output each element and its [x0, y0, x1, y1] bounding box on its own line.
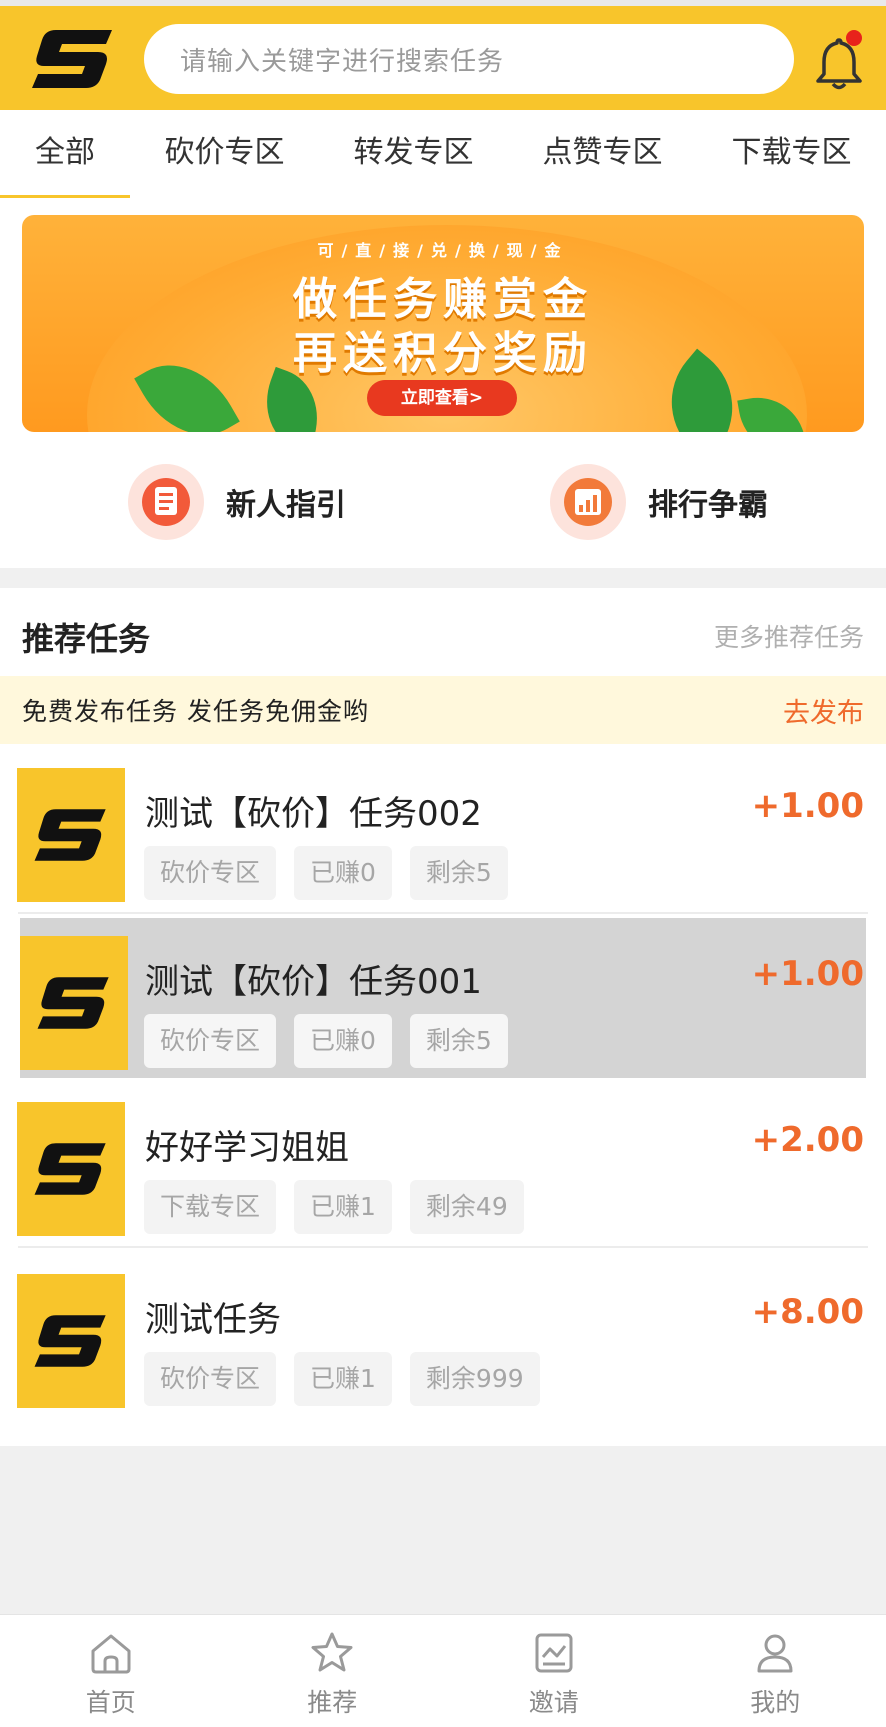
tab-share[interactable]: 转发专区: [319, 110, 508, 198]
header: 请输入关键字进行搜索任务: [0, 6, 886, 110]
app-logo[interactable]: [28, 24, 118, 94]
newbie-guide-label: 新人指引: [226, 488, 346, 523]
publish-link[interactable]: 去发布: [783, 691, 864, 730]
task-thumbnail: [17, 1274, 125, 1408]
task-thumbnail: [17, 1102, 125, 1236]
task-remaining-tag: 剩余5: [409, 846, 508, 900]
nav-invite-label: 邀请: [528, 1688, 579, 1717]
task-row[interactable]: 测试【砍价】任务001 +1.00 砍价专区 已赚0 剩余5: [20, 918, 866, 1078]
search-input[interactable]: 请输入关键字进行搜索任务: [144, 24, 794, 94]
task-category-tag: 下载专区: [144, 1180, 277, 1234]
task-earned-tag: 已赚1: [294, 1352, 392, 1406]
nav-mine[interactable]: 我的: [665, 1615, 886, 1727]
task-title: 测试【砍价】任务002: [145, 794, 482, 834]
row-divider: [18, 912, 868, 914]
tab-bargain[interactable]: 砍价专区: [130, 110, 319, 198]
task-tags: 砍价专区 已赚1 剩余999: [144, 1352, 540, 1406]
banner-view-button[interactable]: 立即查看>: [367, 380, 517, 416]
star-icon: [311, 1632, 353, 1672]
task-reward: +1.00: [751, 954, 864, 994]
task-thumbnail: [20, 936, 128, 1070]
ranking-chart-icon: [550, 464, 626, 540]
task-remaining-tag: 剩余999: [409, 1352, 540, 1406]
task-title: 好好学习姐姐: [145, 1128, 349, 1168]
newbie-guide-entry[interactable]: 新人指引: [128, 462, 346, 542]
nav-recommend[interactable]: 推荐: [222, 1615, 444, 1727]
nav-invite[interactable]: 邀请: [443, 1615, 665, 1727]
nav-mine-label: 我的: [750, 1688, 801, 1717]
banner-subheadline: 再送积分奖励: [293, 328, 593, 379]
task-thumbnail: [17, 768, 125, 902]
more-tasks-link[interactable]: 更多推荐任务: [714, 618, 864, 654]
user-icon: [757, 1634, 793, 1673]
task-remaining-tag: 剩余49: [409, 1180, 524, 1234]
task-reward: +1.00: [751, 786, 864, 826]
notification-dot: [846, 30, 862, 46]
task-title: 测试任务: [145, 1300, 281, 1340]
task-reward: +2.00: [751, 1120, 864, 1160]
nav-home-label: 首页: [85, 1688, 136, 1717]
tab-all[interactable]: 全部: [0, 110, 130, 198]
task-earned-tag: 已赚0: [294, 846, 392, 900]
task-tags: 下载专区 已赚1 剩余49: [144, 1180, 524, 1234]
task-reward: +8.00: [751, 1292, 864, 1332]
document-icon: [128, 464, 204, 540]
task-title: 测试【砍价】任务001: [145, 962, 482, 1002]
promo-banner[interactable]: 可/直/接/兑/换/现/金 做任务赚赏金 再送积分奖励 立即查看>: [22, 215, 864, 432]
task-row[interactable]: 测试【砍价】任务002 +1.00 砍价专区 已赚0 剩余5: [0, 750, 886, 914]
recommend-section: 推荐任务 更多推荐任务 免费发布任务 发任务免佣金哟 去发布 测试【砍价】任务0…: [0, 588, 886, 1446]
banner-subtitle: 可/直/接/兑/换/现/金: [317, 241, 569, 260]
search-placeholder: 请输入关键字进行搜索任务: [180, 46, 505, 77]
task-row[interactable]: 好好学习姐姐 +2.00 下载专区 已赚1 剩余49: [0, 1084, 886, 1248]
task-earned-tag: 已赚1: [294, 1180, 392, 1234]
tab-download[interactable]: 下载专区: [697, 110, 886, 198]
task-earned-tag: 已赚0: [294, 1014, 392, 1068]
leaderboard-entry[interactable]: 排行争霸: [550, 462, 768, 542]
home-icon: [91, 1634, 131, 1674]
task-row[interactable]: 测试任务 +8.00 砍价专区 已赚1 剩余999: [0, 1256, 886, 1420]
chart-icon: [535, 1633, 573, 1673]
nav-recommend-label: 推荐: [307, 1688, 358, 1717]
leaderboard-label: 排行争霸: [648, 488, 768, 523]
section-title: 推荐任务: [22, 620, 151, 658]
row-divider: [18, 1246, 868, 1248]
notice-text: 免费发布任务 发任务免佣金哟: [22, 697, 369, 726]
task-tags: 砍价专区 已赚0 剩余5: [144, 1014, 508, 1068]
task-tags: 砍价专区 已赚0 剩余5: [144, 846, 508, 900]
task-remaining-tag: 剩余5: [409, 1014, 508, 1068]
nav-home[interactable]: 首页: [0, 1615, 222, 1727]
task-category-tag: 砍价专区: [144, 846, 277, 900]
task-category-tag: 砍价专区: [144, 1014, 277, 1068]
tab-like[interactable]: 点赞专区: [508, 110, 697, 198]
category-tabs: 全部 砍价专区 转发专区 点赞专区 下载专区: [0, 110, 886, 198]
bottom-nav: 首页 推荐 邀请 我的: [0, 1614, 886, 1727]
task-category-tag: 砍价专区: [144, 1352, 277, 1406]
publish-notice-bar: 免费发布任务 发任务免佣金哟 去发布: [0, 676, 886, 744]
